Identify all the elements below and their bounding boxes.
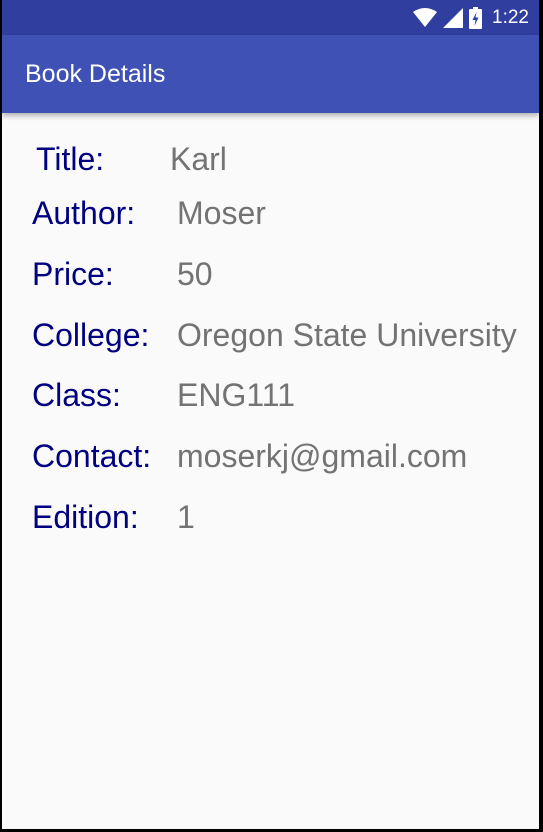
app-bar: Book Details: [2, 35, 539, 113]
book-details-content: Title: Karl Author: Moser Price: 50 Coll…: [2, 113, 539, 829]
battery-charging-icon: [469, 7, 483, 29]
price-value: 50: [177, 256, 213, 292]
detail-row-author: Author: Moser: [2, 193, 539, 237]
wifi-icon: [413, 8, 438, 27]
detail-row-price: Price: 50: [2, 254, 539, 298]
author-value: Moser: [177, 195, 266, 231]
status-bar: 1:22: [2, 0, 539, 35]
title-value: Karl: [170, 141, 227, 177]
detail-row-college: College: Oregon State University: [2, 315, 539, 359]
college-value: Oregon State University: [177, 317, 517, 353]
status-icons: 1:22: [413, 6, 529, 30]
cellular-signal-icon: [443, 8, 464, 28]
device-screen: 1:22 Book Details Title: Karl Author: Mo…: [2, 0, 539, 829]
title-label: Title:: [36, 141, 105, 177]
app-title: Book Details: [25, 60, 166, 88]
contact-label: Contact:: [32, 438, 152, 474]
contact-value: moserkj@gmail.com: [177, 438, 468, 474]
price-label: Price:: [32, 256, 114, 292]
edition-value: 1: [177, 499, 195, 535]
class-label: Class:: [32, 377, 121, 413]
class-value: ENG111: [177, 377, 295, 413]
author-label: Author:: [32, 195, 136, 231]
detail-row-edition: Edition: 1: [2, 497, 539, 541]
detail-row-contact: Contact: moserkj@gmail.com: [2, 436, 539, 480]
college-label: College:: [32, 317, 150, 353]
status-time: 1:22: [492, 7, 529, 28]
detail-row-title: Title: Karl: [2, 139, 539, 183]
detail-row-class: Class: ENG111: [2, 375, 539, 419]
edition-label: Edition:: [32, 499, 139, 535]
